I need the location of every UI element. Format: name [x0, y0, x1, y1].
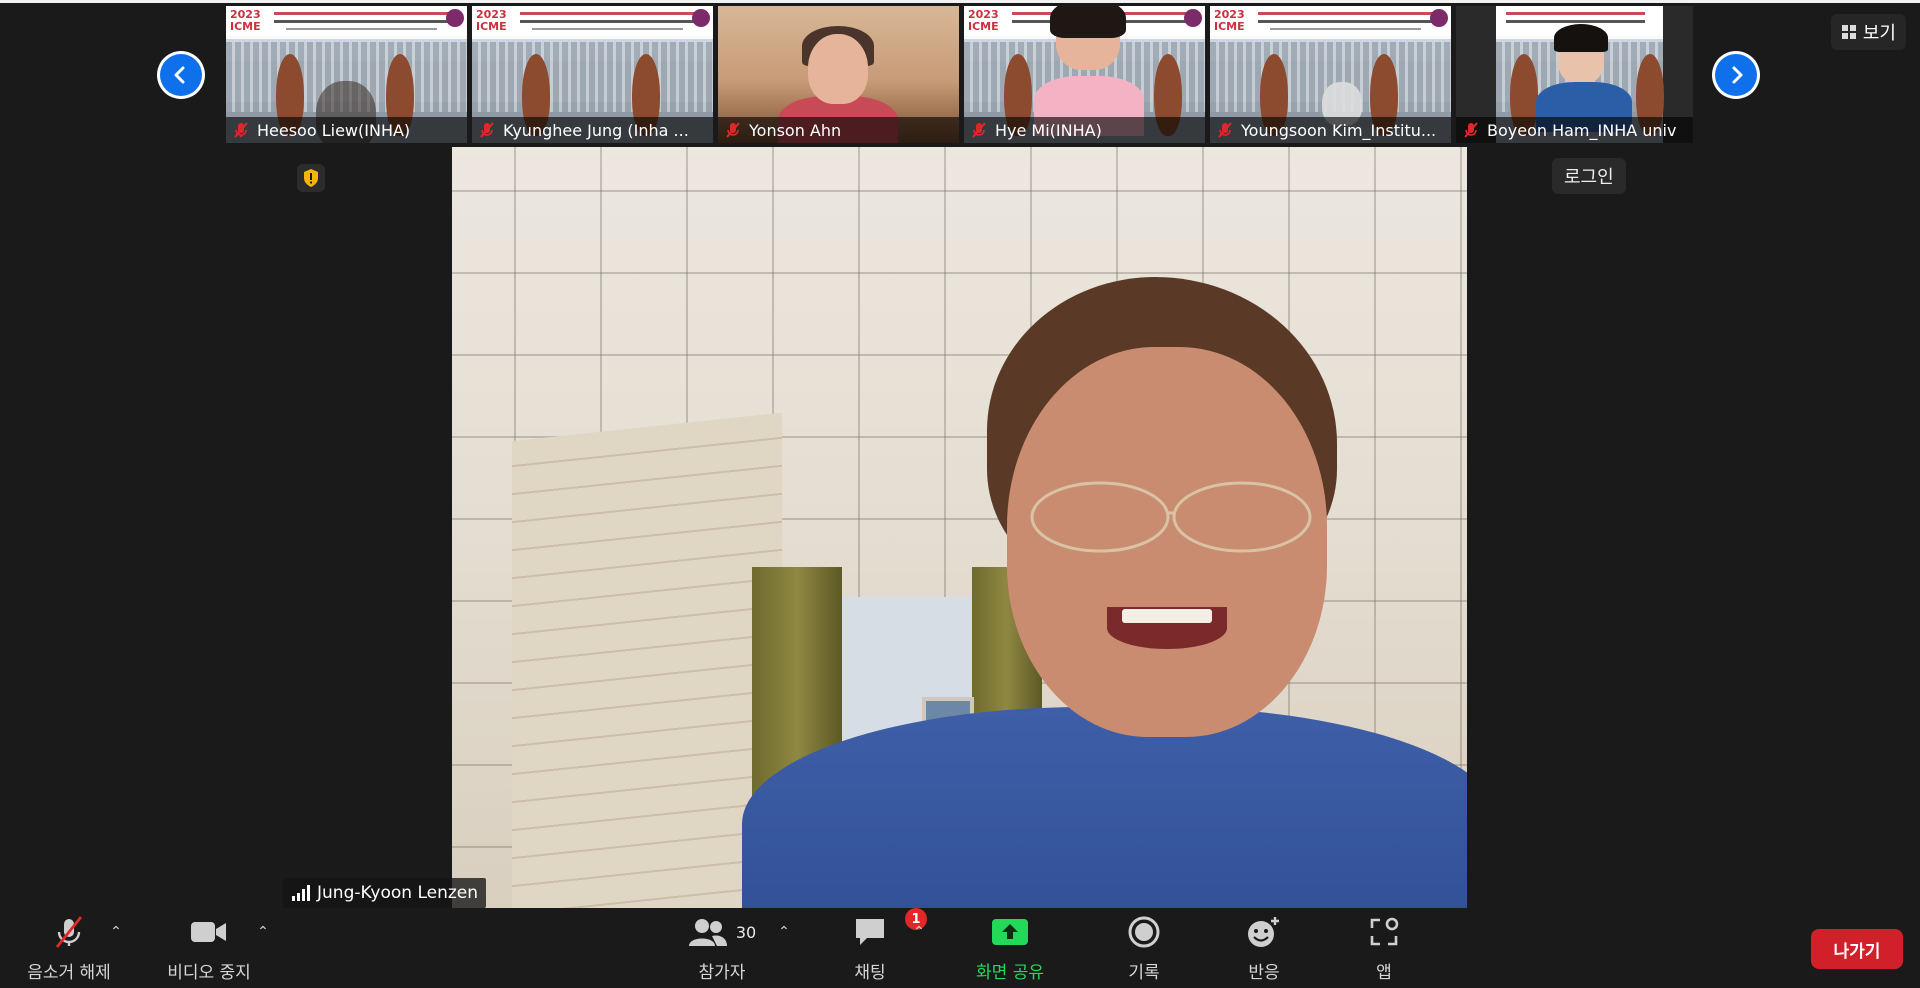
stop-video-button[interactable]: 비디오 중지	[152, 910, 266, 988]
login-tooltip[interactable]: 로그인	[1552, 158, 1626, 194]
slide-year: 2023 ICME	[968, 8, 999, 33]
view-button[interactable]: 보기	[1830, 14, 1906, 50]
participant-name: Kyunghee Jung (Inha ...	[503, 120, 689, 140]
chat-button[interactable]: 1 채팅	[822, 908, 927, 988]
participant-name-bar: Hye Mi(INHA)	[964, 117, 1205, 143]
grid-view-icon	[1841, 25, 1856, 39]
participant-name: Youngsoon Kim_Institu...	[1241, 120, 1437, 140]
apps-label: 앱	[1376, 963, 1392, 983]
participant-name-bar: Youngsoon Kim_Institu...	[1210, 117, 1451, 143]
participant-name-bar: Boyeon Ham_INHA univ	[1456, 117, 1693, 143]
slide-year: 2023 ICME	[230, 8, 261, 33]
participants-count: 30	[735, 922, 757, 942]
audio-options-caret-icon[interactable]: ⌃	[108, 924, 124, 940]
window-top-edge	[0, 0, 1920, 3]
slide-year: 2023 ICME	[1214, 8, 1245, 33]
participant-tile[interactable]: Boyeon Ham_INHA univ	[1456, 6, 1693, 143]
participants-label: 참가자	[698, 963, 746, 983]
slide-year: 2023 ICME	[476, 8, 507, 33]
participant-name: Yonson Ahn	[749, 120, 842, 140]
participant-tile[interactable]: 2023 ICME Kyunghee Jung (Inha ...	[472, 6, 713, 143]
unmute-button[interactable]: 음소거 해제	[14, 910, 124, 988]
chat-bubble-icon	[856, 919, 884, 945]
chat-label: 채팅	[854, 963, 886, 983]
next-page-button[interactable]	[1712, 51, 1760, 99]
muted-mic-icon	[1464, 122, 1478, 138]
participants-options-caret-icon[interactable]: ⌃	[776, 924, 792, 940]
apps-icon	[1370, 917, 1399, 946]
participant-name-bar: Heesoo Liew(INHA)	[226, 117, 467, 143]
share-screen-button[interactable]: 화면 공유	[960, 910, 1060, 988]
view-label: 보기	[1862, 23, 1896, 44]
video-options-caret-icon[interactable]: ⌃	[255, 924, 271, 940]
security-shield-button[interactable]	[297, 164, 325, 192]
record-icon	[1128, 916, 1160, 948]
participants-icon	[688, 919, 727, 946]
stop-video-label: 비디오 중지	[167, 963, 251, 983]
chat-options-caret-icon[interactable]: ⌃	[911, 924, 927, 940]
share-screen-label: 화면 공유	[976, 963, 1044, 983]
participant-name: Boyeon Ham_INHA univ	[1487, 120, 1677, 140]
participant-name-bar: Kyunghee Jung (Inha ...	[472, 117, 713, 143]
participants-button[interactable]: 30 참가자	[672, 910, 772, 988]
chevron-right-icon	[1732, 66, 1743, 84]
participant-tile[interactable]: Yonson Ahn	[718, 6, 959, 143]
reactions-label: 반응	[1248, 963, 1280, 983]
record-label: 기록	[1128, 963, 1160, 983]
muted-mic-icon	[726, 122, 740, 138]
meeting-toolbar: 음소거 해제 ⌃ 비디오 중지 ⌃ 30 참가자 ⌃ 1 채팅 ⌃ 화면 공유 …	[0, 908, 1920, 988]
video-camera-icon	[191, 922, 226, 942]
participant-name: Heesoo Liew(INHA)	[257, 120, 411, 140]
speaker-glasses	[1030, 481, 1312, 553]
participant-tile[interactable]: 2023 ICME Youngsoon Kim_Institu...	[1210, 6, 1451, 143]
leave-meeting-button[interactable]: 나가기	[1811, 929, 1903, 969]
chevron-left-icon	[174, 66, 185, 84]
speaker-name: Jung-Kyoon Lenzen	[317, 883, 479, 903]
reactions-button[interactable]: 반응	[1214, 910, 1314, 988]
muted-mic-icon	[55, 916, 83, 948]
participant-tile[interactable]: 2023 ICME Hye Mi(INHA)	[964, 6, 1205, 143]
muted-mic-icon	[972, 122, 986, 138]
participant-name: Hye Mi(INHA)	[995, 120, 1102, 140]
muted-mic-icon	[1218, 122, 1232, 138]
speaker-teeth	[1122, 609, 1212, 623]
participant-tile[interactable]: 2023 ICME Heesoo Liew(INHA)	[226, 6, 467, 143]
participant-thumbnail-strip: 2023 ICME Heesoo Liew(INHA) 2023 ICME Ky…	[226, 6, 1693, 144]
connection-signal-icon	[292, 885, 310, 901]
apps-button[interactable]: 앱	[1334, 910, 1434, 988]
shield-alert-icon	[304, 169, 318, 187]
speaker-shirt	[742, 707, 1467, 908]
record-button[interactable]: 기록	[1094, 910, 1194, 988]
active-speaker-label: Jung-Kyoon Lenzen	[283, 878, 487, 908]
unmute-label: 음소거 해제	[27, 963, 111, 983]
previous-page-button[interactable]	[157, 51, 205, 99]
muted-mic-icon	[480, 122, 494, 138]
muted-mic-icon	[234, 122, 248, 138]
share-screen-icon	[992, 919, 1028, 945]
active-speaker-video[interactable]	[452, 147, 1467, 908]
participant-name-bar: Yonson Ahn	[718, 117, 959, 143]
reaction-smiley-icon	[1248, 917, 1279, 947]
